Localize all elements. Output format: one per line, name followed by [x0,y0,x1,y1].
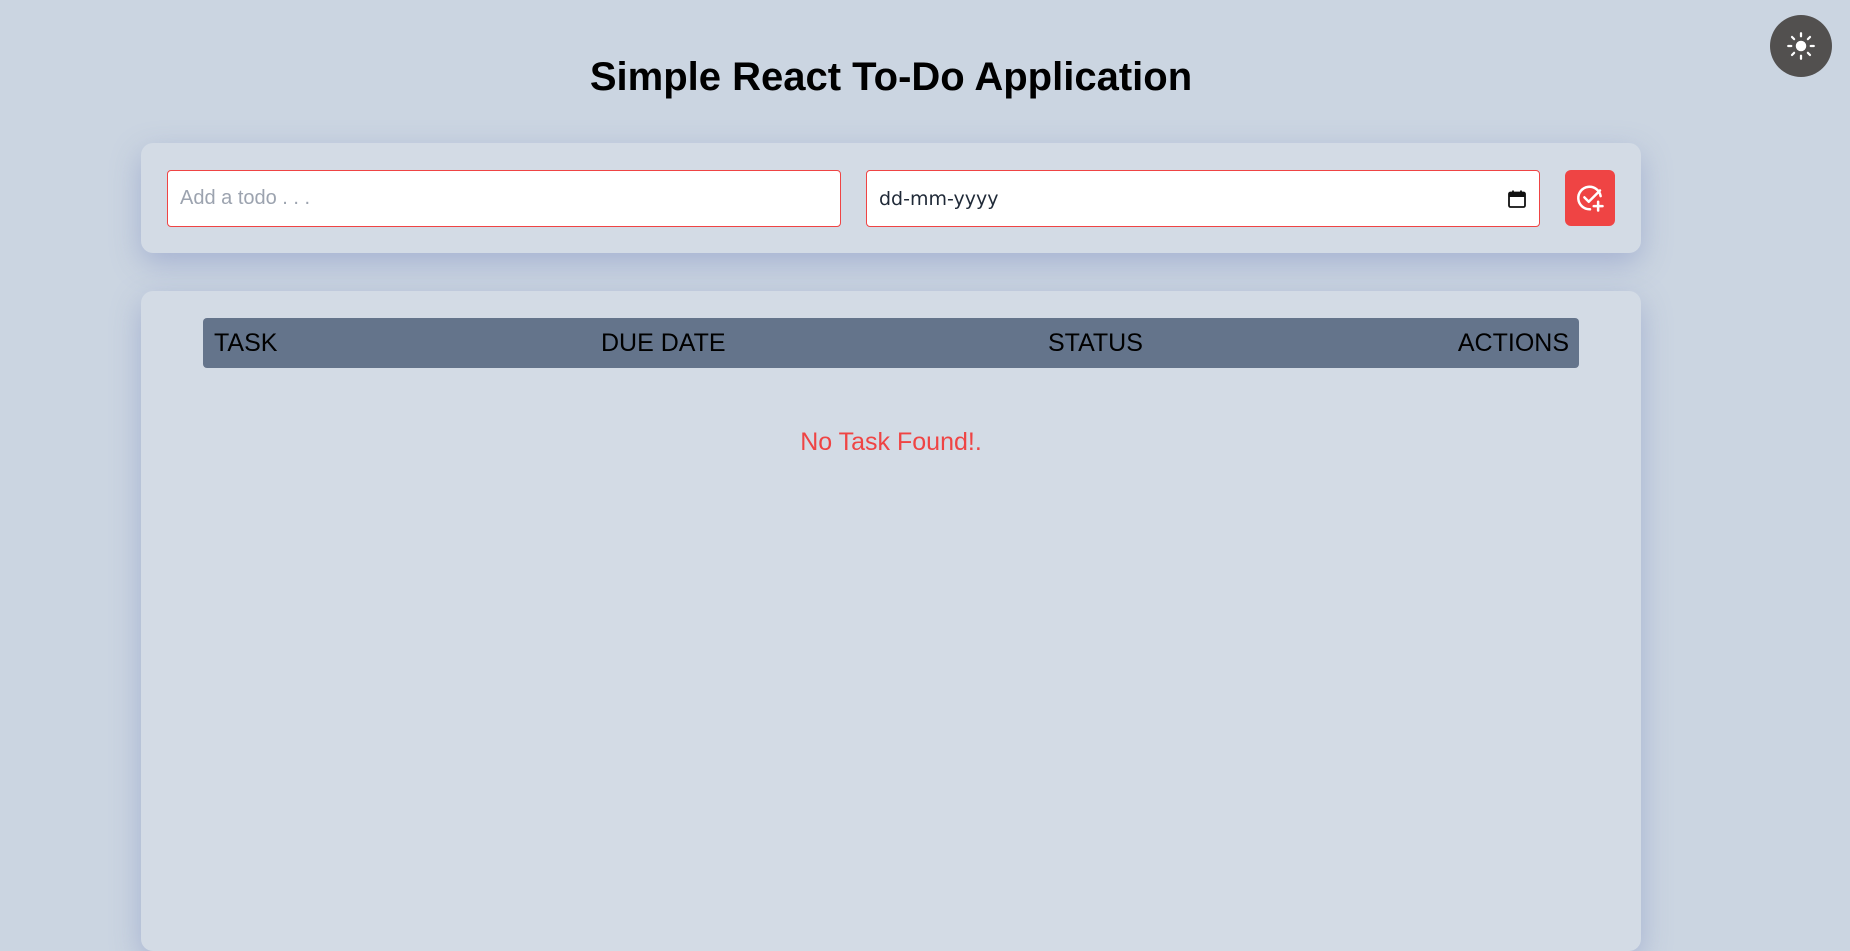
check-circle-plus-icon [1577,185,1604,212]
calendar-icon[interactable] [1507,189,1527,209]
page-title: Simple React To-Do Application [589,55,1193,99]
sun-icon [1787,32,1815,60]
todo-list-card: TASK DUE DATE STATUS ACTIONS No Task Fou… [141,291,1641,951]
due-date-input[interactable]: dd-mm-yyyy [866,170,1540,227]
todo-input[interactable]: Add a todo . . . [167,170,841,227]
due-date-value: dd-mm-yyyy [879,187,999,210]
empty-state-message: No Task Found!. [800,428,982,456]
add-todo-card: Add a todo . . . dd-mm-yyyy [141,143,1641,253]
todo-input-placeholder: Add a todo . . . [180,187,311,209]
column-header-task: TASK [214,329,278,357]
column-header-actions: ACTIONS [1457,329,1569,357]
table-header: TASK DUE DATE STATUS ACTIONS [203,318,1579,368]
column-header-due-date: DUE DATE [601,329,726,357]
column-header-status: STATUS [1048,329,1143,357]
add-todo-button[interactable] [1565,170,1615,226]
